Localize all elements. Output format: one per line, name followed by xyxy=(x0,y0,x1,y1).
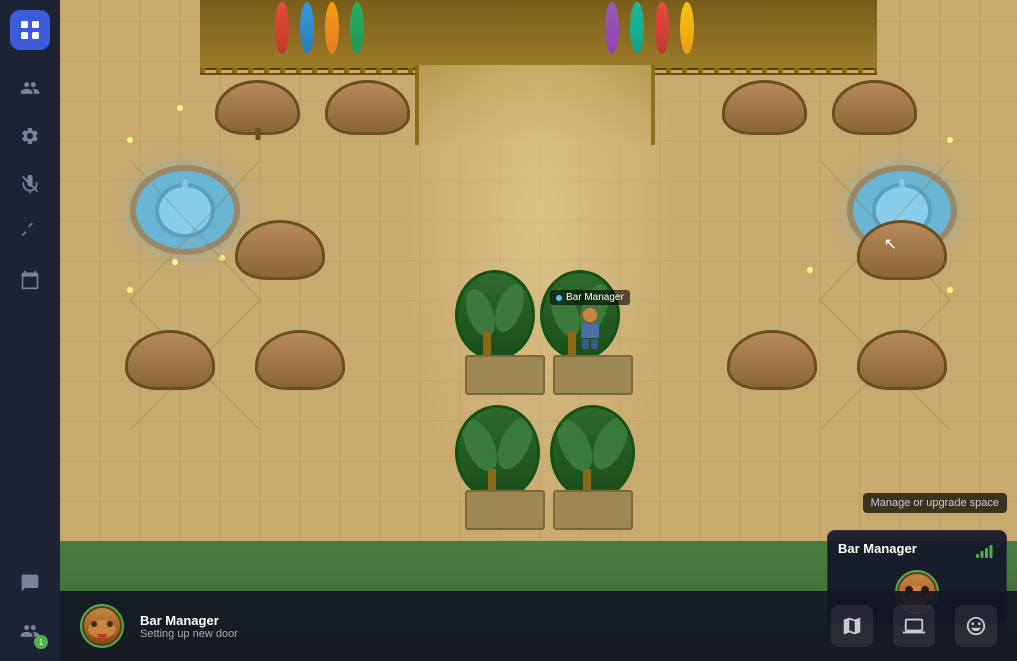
entrance-stairs xyxy=(415,65,655,145)
umbrella-9 xyxy=(857,330,947,390)
umbrella-8 xyxy=(255,330,345,390)
surfboard-2 xyxy=(300,2,314,54)
character-bar-manager: Bar Manager xyxy=(550,290,630,349)
sidebar-item-mute[interactable] xyxy=(10,164,50,204)
hud-actions xyxy=(831,605,997,647)
umbrella-5 xyxy=(235,220,325,280)
sidebar-item-calendar[interactable] xyxy=(10,260,50,300)
surfboard-6 xyxy=(630,2,644,54)
manager-panel-title: Bar Manager xyxy=(838,541,917,556)
sidebar-item-people[interactable] xyxy=(10,68,50,108)
plant-box-lower-left xyxy=(465,490,545,530)
railing-left xyxy=(200,65,427,75)
character-label: Bar Manager xyxy=(550,290,630,305)
surfboard-4 xyxy=(350,2,364,54)
plant-center-left xyxy=(455,270,535,360)
sidebar: 1 xyxy=(0,0,60,661)
fountain-left xyxy=(120,165,250,275)
hud-player-name: Bar Manager xyxy=(140,613,815,628)
plant-box-lower-right xyxy=(553,490,633,530)
umbrella-7 xyxy=(125,330,215,390)
umbrella-1 xyxy=(215,80,300,135)
bottom-hud: Bar Manager Setting up new door xyxy=(60,591,1017,661)
plant-lower-left xyxy=(455,405,540,500)
umbrella-6 xyxy=(857,220,947,280)
plant-box-right xyxy=(553,355,633,395)
umbrella-10 xyxy=(727,330,817,390)
game-area: Bar Manager ↖ Manage or upgrade space Ba… xyxy=(60,0,1017,661)
sidebar-item-settings[interactable] xyxy=(10,116,50,156)
umbrella-3 xyxy=(722,80,807,135)
plant-lower-right xyxy=(550,405,635,500)
app-logo[interactable] xyxy=(10,10,50,50)
umbrella-4 xyxy=(832,80,917,135)
game-canvas[interactable]: Bar Manager ↖ Manage or upgrade space Ba… xyxy=(60,0,1017,661)
map-button[interactable] xyxy=(831,605,873,647)
character-indicator xyxy=(556,295,562,301)
notification-badge: 1 xyxy=(34,635,48,649)
signal-icon xyxy=(976,544,996,561)
hud-player-info: Bar Manager Setting up new door xyxy=(140,613,815,640)
surfboard-7 xyxy=(655,2,669,54)
surfboard-5 xyxy=(605,2,619,54)
surfboard-1 xyxy=(275,2,289,54)
hud-player-status: Setting up new door xyxy=(140,628,815,640)
railing-right xyxy=(650,65,877,75)
umbrella-2 xyxy=(325,80,410,135)
surfboard-3 xyxy=(325,2,339,54)
manage-tooltip: Manage or upgrade space xyxy=(863,493,1007,513)
screen-share-button[interactable] xyxy=(893,605,935,647)
sidebar-item-team[interactable]: 1 xyxy=(10,611,50,651)
plant-box-left xyxy=(465,355,545,395)
sidebar-item-build[interactable] xyxy=(10,212,50,252)
emoji-button[interactable] xyxy=(955,605,997,647)
hud-player-avatar xyxy=(80,604,124,648)
sidebar-item-chat[interactable] xyxy=(10,563,50,603)
surfboard-8 xyxy=(680,2,694,54)
